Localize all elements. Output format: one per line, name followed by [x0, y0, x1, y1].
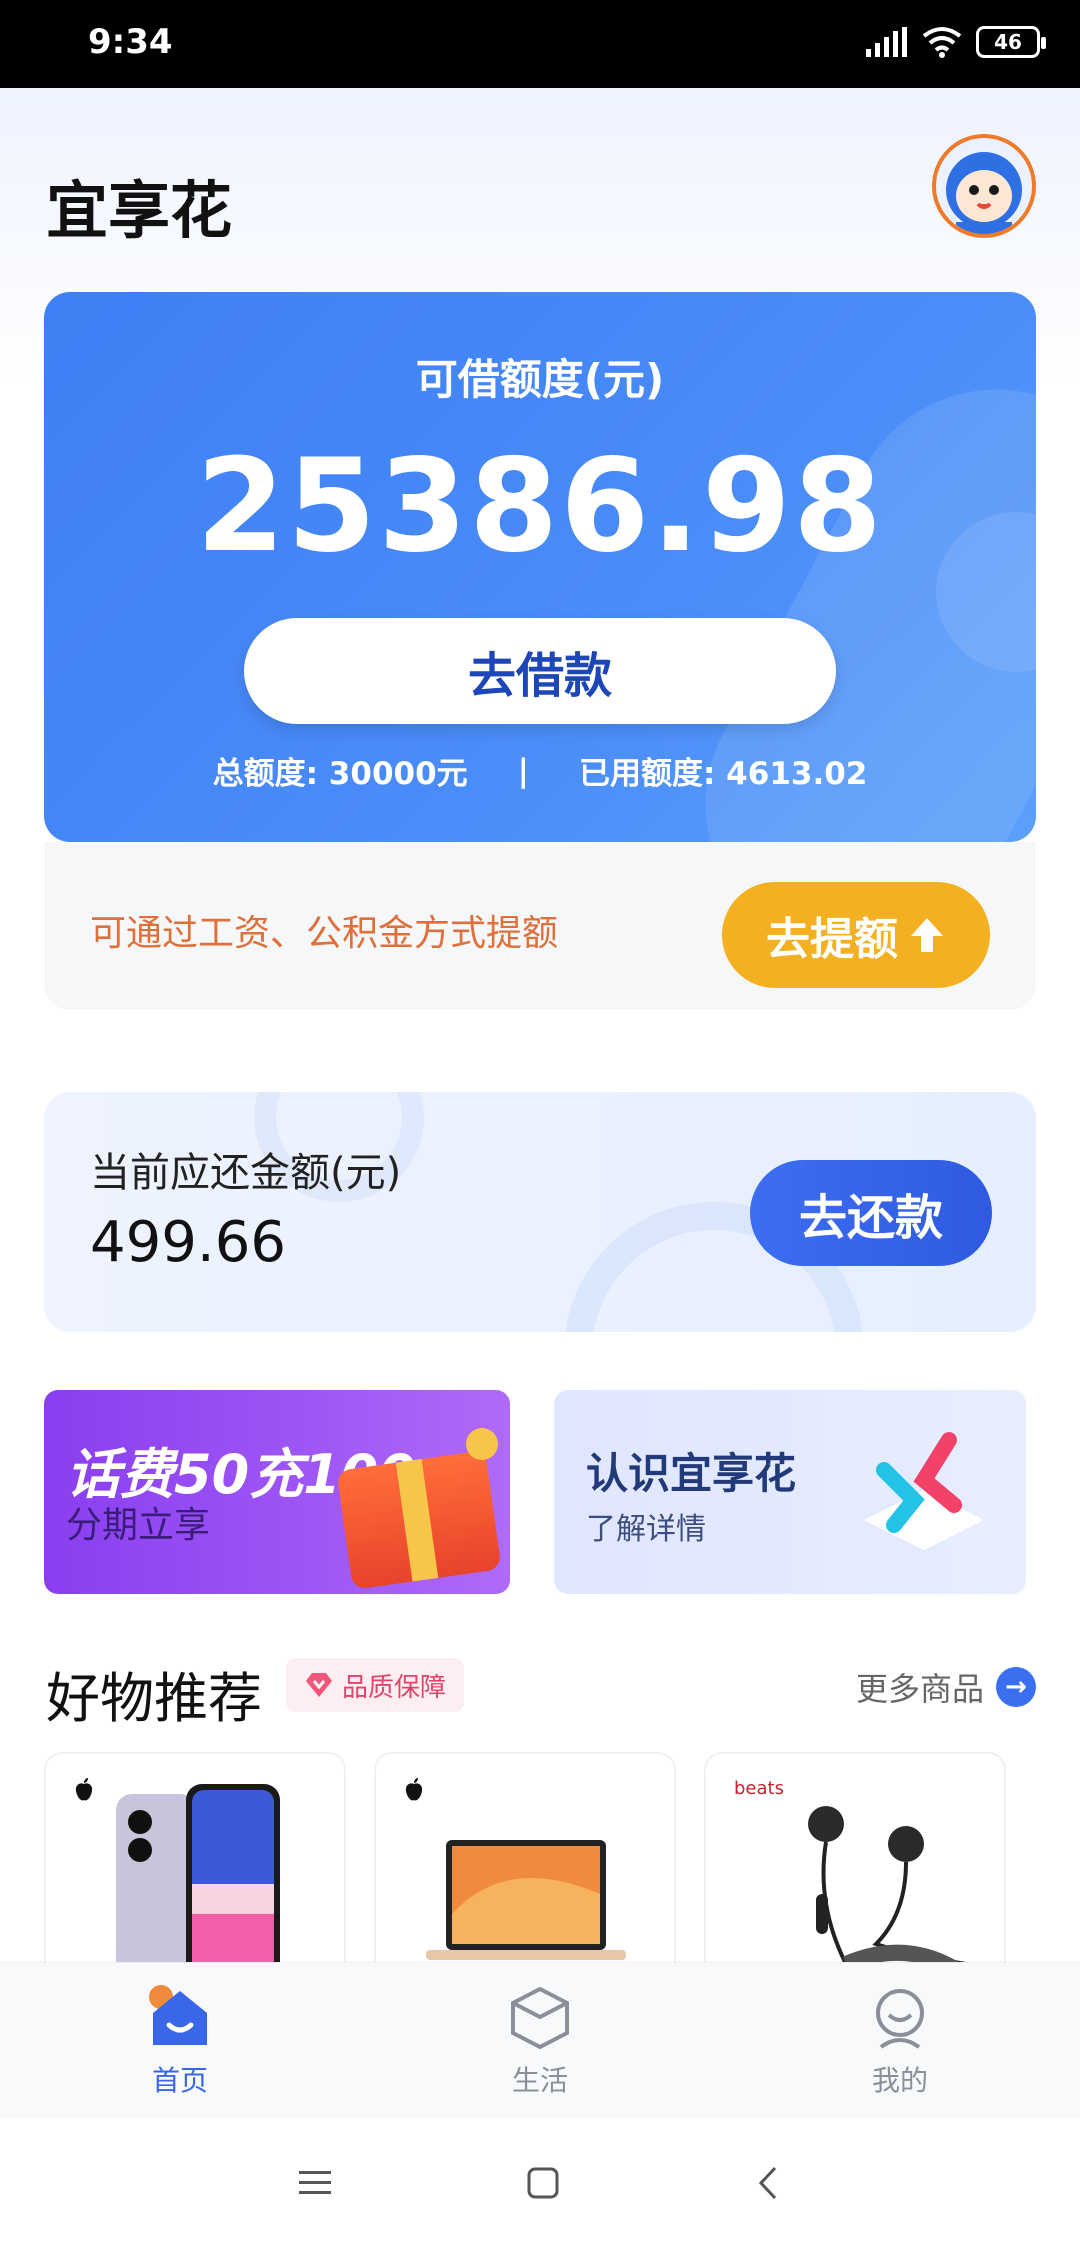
bottom-tab-bar: 首页 生活 我的: [0, 1962, 1080, 2118]
about-title: 认识宜享花: [586, 1449, 797, 1498]
arrow-right-icon: →: [996, 1667, 1037, 1707]
tab-life[interactable]: 生活: [360, 1963, 720, 2118]
product-card-macbook[interactable]: [374, 1752, 676, 1962]
iphone-image: [116, 1784, 280, 1962]
raise-limit-button[interactable]: 去提额: [722, 882, 990, 988]
apple-logo-icon: [405, 1778, 423, 1801]
more-products-label: 更多商品: [856, 1670, 985, 1708]
wifi-icon: [922, 27, 962, 58]
home-icon: [149, 1985, 207, 2045]
raise-limit-text: 可通过工资、公积金方式提额: [90, 913, 559, 954]
raise-limit-label: 去提额: [766, 914, 898, 965]
more-products-link[interactable]: 更多商品 →: [856, 1664, 1037, 1710]
gift-box-icon: [336, 1450, 502, 1590]
repay-card: 当前应还金额(元) 499.66 去还款: [44, 1092, 1036, 1332]
life-icon: [511, 1986, 569, 2050]
signal-icon: [866, 27, 907, 57]
credit-amount: 25386.98: [195, 432, 885, 581]
arrow-up-icon: [911, 918, 943, 952]
system-nav-bar: [0, 2118, 1080, 2248]
back-icon[interactable]: [753, 2165, 783, 2201]
promo-banner[interactable]: 话费50充100 分期立享: [44, 1390, 510, 1594]
credit-card: 可借额度(元) 25386.98 去借款 总额度: 30000元 | 已用额度:…: [44, 292, 1036, 842]
mascot-avatar-icon: [946, 152, 1022, 234]
tab-mine-label: 我的: [871, 2064, 928, 2097]
product-card-iphone[interactable]: [44, 1752, 346, 1962]
app-title: 宜享花: [46, 174, 233, 247]
tab-life-label: 生活: [511, 2064, 568, 2097]
status-bar: 9:34 46: [0, 0, 1080, 88]
product-card-headphones[interactable]: beats: [704, 1752, 1006, 1962]
macbook-image: [426, 1840, 626, 1960]
profile-icon: [876, 1989, 924, 2049]
avatar[interactable]: [932, 134, 1036, 238]
battery-level: 46: [994, 30, 1022, 54]
promo-subtitle: 分期立享: [66, 1505, 211, 1546]
product-list: beats: [44, 1752, 1054, 1962]
recommend-title: 好物推荐: [46, 1667, 262, 1730]
brand-logo-icon: [864, 1432, 984, 1550]
quality-badge: 品质保障: [286, 1658, 465, 1712]
tab-mine[interactable]: 我的: [720, 1963, 1080, 2118]
earphones-image: [808, 1806, 967, 1962]
status-icons: 46: [866, 26, 1046, 58]
borrow-button[interactable]: 去借款: [244, 618, 836, 724]
diamond-heart-icon: [306, 1673, 332, 1697]
total-credit: 总额度: 30000元: [212, 756, 468, 792]
about-banner[interactable]: 认识宜享花 了解详情: [554, 1390, 1026, 1594]
raise-limit-bar: 可通过工资、公积金方式提额 去提额: [44, 842, 1036, 1010]
tab-home[interactable]: 首页: [0, 1963, 360, 2118]
quality-badge-label: 品质保障: [342, 1672, 447, 1703]
menu-icon[interactable]: [297, 2167, 333, 2199]
repay-label: 当前应还金额(元): [90, 1150, 402, 1196]
credit-footer: 总额度: 30000元 | 已用额度: 4613.02: [44, 748, 1036, 793]
credit-label: 可借额度(元): [415, 355, 665, 404]
tab-home-label: 首页: [151, 2064, 208, 2097]
home-square-icon[interactable]: [526, 2166, 560, 2200]
about-subtitle: 了解详情: [586, 1512, 706, 1547]
apple-logo-icon: [75, 1778, 93, 1801]
status-time: 9:34: [88, 22, 173, 62]
used-credit: 已用额度: 4613.02: [578, 756, 868, 792]
repay-button[interactable]: 去还款: [750, 1160, 992, 1266]
repay-amount: 499.66: [90, 1210, 286, 1275]
coin-icon: [466, 1428, 498, 1460]
battery-icon: 46: [976, 26, 1046, 58]
credit-separator: |: [517, 752, 529, 789]
